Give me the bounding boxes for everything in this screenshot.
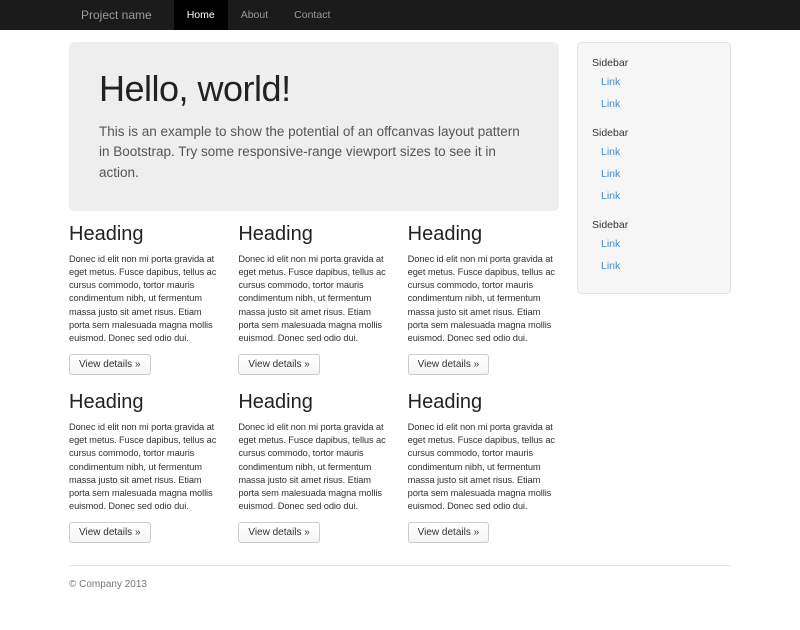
nav-item-about[interactable]: About [228,0,281,30]
view-details-button[interactable]: View details » [238,354,320,375]
card-heading: Heading [408,223,559,246]
nav-item-about-label[interactable]: About [228,0,281,30]
feature-card: Heading Donec id elit non mi porta gravi… [69,223,220,375]
card-body-text: Donec id elit non mi porta gravida at eg… [69,421,220,513]
feature-card: Heading Donec id elit non mi porta gravi… [238,391,389,543]
card-heading: Heading [69,391,220,414]
feature-card: Heading Donec id elit non mi porta gravi… [238,223,389,375]
card-heading: Heading [238,391,389,414]
main-column: Hello, world! This is an example to show… [69,42,559,543]
card-heading: Heading [408,391,559,414]
view-details-button[interactable]: View details » [238,522,320,543]
nav-item-contact-label[interactable]: Contact [281,0,343,30]
nav-item-contact[interactable]: Contact [281,0,343,30]
jumbotron-title: Hello, world! [99,68,529,110]
sidebar-panel: Sidebar Link Link Sidebar Link Link Link… [577,42,731,294]
sidebar-link[interactable]: Link [592,71,716,93]
footer: © Company 2013 [69,565,731,630]
card-body-text: Donec id elit non mi porta gravida at eg… [408,253,559,345]
sidebar-heading: Sidebar [592,127,716,139]
card-body-text: Donec id elit non mi porta gravida at eg… [238,421,389,513]
nav-item-home[interactable]: Home [174,0,228,30]
jumbotron-text: This is an example to show the potential… [99,122,529,183]
sidebar-link[interactable]: Link [592,233,716,255]
card-body-text: Donec id elit non mi porta gravida at eg… [69,253,220,345]
cards-grid: Heading Donec id elit non mi porta gravi… [69,223,559,544]
view-details-button[interactable]: View details » [408,354,490,375]
card-heading: Heading [238,223,389,246]
navbar: Project name Home About Contact [0,0,800,30]
brand-link[interactable]: Project name [69,0,164,30]
nav-menu: Home About Contact [174,0,344,30]
jumbotron: Hello, world! This is an example to show… [69,42,559,211]
sidebar-link[interactable]: Link [592,93,716,115]
feature-card: Heading Donec id elit non mi porta gravi… [408,391,559,543]
view-details-button[interactable]: View details » [69,522,151,543]
sidebar-heading: Sidebar [592,219,716,231]
sidebar-link[interactable]: Link [592,163,716,185]
sidebar-link[interactable]: Link [592,185,716,207]
feature-card: Heading Donec id elit non mi porta gravi… [69,391,220,543]
sidebar-column: Sidebar Link Link Sidebar Link Link Link… [577,42,731,294]
feature-card: Heading Donec id elit non mi porta gravi… [408,223,559,375]
content-row: Hello, world! This is an example to show… [69,42,731,543]
view-details-button[interactable]: View details » [408,522,490,543]
page-container: Hello, world! This is an example to show… [69,42,731,630]
sidebar-link[interactable]: Link [592,141,716,163]
card-body-text: Donec id elit non mi porta gravida at eg… [238,253,389,345]
sidebar-heading: Sidebar [592,57,716,69]
card-body-text: Donec id elit non mi porta gravida at eg… [408,421,559,513]
view-details-button[interactable]: View details » [69,354,151,375]
sidebar-link[interactable]: Link [592,255,716,277]
card-heading: Heading [69,223,220,246]
nav-item-home-label[interactable]: Home [174,0,228,30]
copyright-text: © Company 2013 [69,579,731,590]
